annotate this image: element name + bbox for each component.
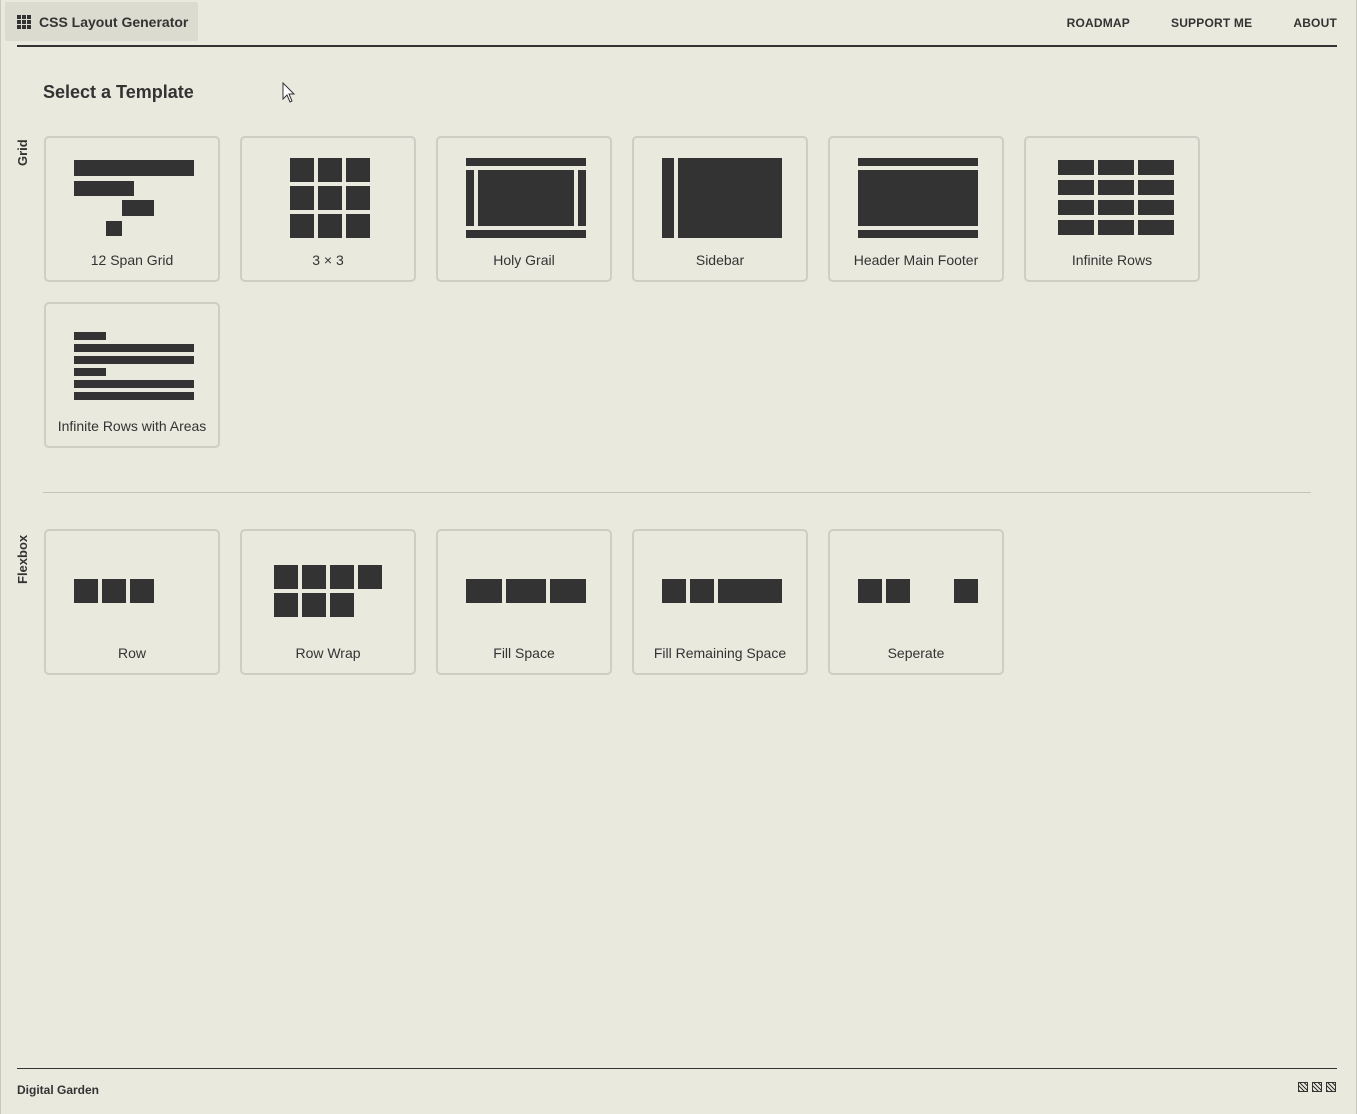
template-label: Fill Remaining Space <box>653 645 787 661</box>
footer-divider <box>17 1068 1337 1069</box>
flex-fill-remaining-icon <box>662 579 782 603</box>
infinite-rows-areas-icon <box>74 332 194 400</box>
template-label: Row Wrap <box>295 645 361 661</box>
section-divider <box>43 492 1311 493</box>
template-label: Holy Grail <box>493 252 555 268</box>
flex-seperate-icon <box>858 579 978 603</box>
template-label: Sidebar <box>695 252 745 268</box>
template-card-fill-remaining-space[interactable]: Fill Remaining Space <box>632 529 808 675</box>
brand-button[interactable]: CSS Layout Generator <box>5 2 198 41</box>
flex-row-icon <box>74 579 154 603</box>
template-card-infinite-rows[interactable]: Infinite Rows <box>1024 136 1200 282</box>
template-card-sidebar[interactable]: Sidebar <box>632 136 808 282</box>
flex-fill-space-icon <box>466 579 586 603</box>
top-nav: ROADMAP SUPPORT ME ABOUT <box>1026 16 1337 30</box>
sidebar-layout-icon <box>662 158 782 238</box>
footer-icons <box>1298 1082 1336 1092</box>
grid-app-icon <box>17 14 31 29</box>
infinite-rows-icon <box>1058 160 1174 235</box>
holy-grail-icon <box>466 158 586 238</box>
12-span-grid-icon <box>74 160 194 236</box>
pattern-icon[interactable] <box>1298 1082 1308 1092</box>
template-label: Header Main Footer <box>853 252 979 268</box>
template-label: Row <box>117 645 146 661</box>
template-label: Seperate <box>887 645 945 661</box>
template-label: Infinite Rows with Areas <box>57 418 207 434</box>
footer-text: Digital Garden <box>17 1083 100 1097</box>
template-card-seperate[interactable]: Seperate <box>828 529 1004 675</box>
app-header: CSS Layout Generator ROADMAP SUPPORT ME … <box>5 0 1337 47</box>
nav-about-link[interactable]: ABOUT <box>1293 16 1337 30</box>
template-card-3x3[interactable]: 3 × 3 <box>240 136 416 282</box>
page-title: Select a Template <box>43 82 194 102</box>
template-label: 3 × 3 <box>312 252 344 268</box>
pattern-icon[interactable] <box>1312 1082 1322 1092</box>
brand-title: CSS Layout Generator <box>39 13 189 30</box>
nav-roadmap-link[interactable]: ROADMAP <box>1067 16 1130 30</box>
pattern-icon[interactable] <box>1326 1082 1336 1092</box>
template-card-holy-grail[interactable]: Holy Grail <box>436 136 612 282</box>
template-card-infinite-rows-with-areas[interactable]: Infinite Rows with Areas <box>44 302 220 448</box>
flex-row-wrap-icon <box>274 565 382 617</box>
template-card-header-main-footer[interactable]: Header Main Footer <box>828 136 1004 282</box>
mouse-cursor-icon <box>282 82 296 103</box>
3x3-grid-icon <box>290 158 370 238</box>
template-label: 12 Span Grid <box>90 252 174 268</box>
section-label-grid: Grid <box>15 139 30 166</box>
template-card-row[interactable]: Row <box>44 529 220 675</box>
template-card-row-wrap[interactable]: Row Wrap <box>240 529 416 675</box>
template-card-fill-space[interactable]: Fill Space <box>436 529 612 675</box>
section-label-flexbox: Flexbox <box>15 534 30 584</box>
template-card-12-span-grid[interactable]: 12 Span Grid <box>44 136 220 282</box>
nav-support-me-link[interactable]: SUPPORT ME <box>1171 16 1252 30</box>
template-label: Infinite Rows <box>1071 252 1153 268</box>
header-main-footer-icon <box>858 158 978 238</box>
template-label: Fill Space <box>493 645 555 661</box>
